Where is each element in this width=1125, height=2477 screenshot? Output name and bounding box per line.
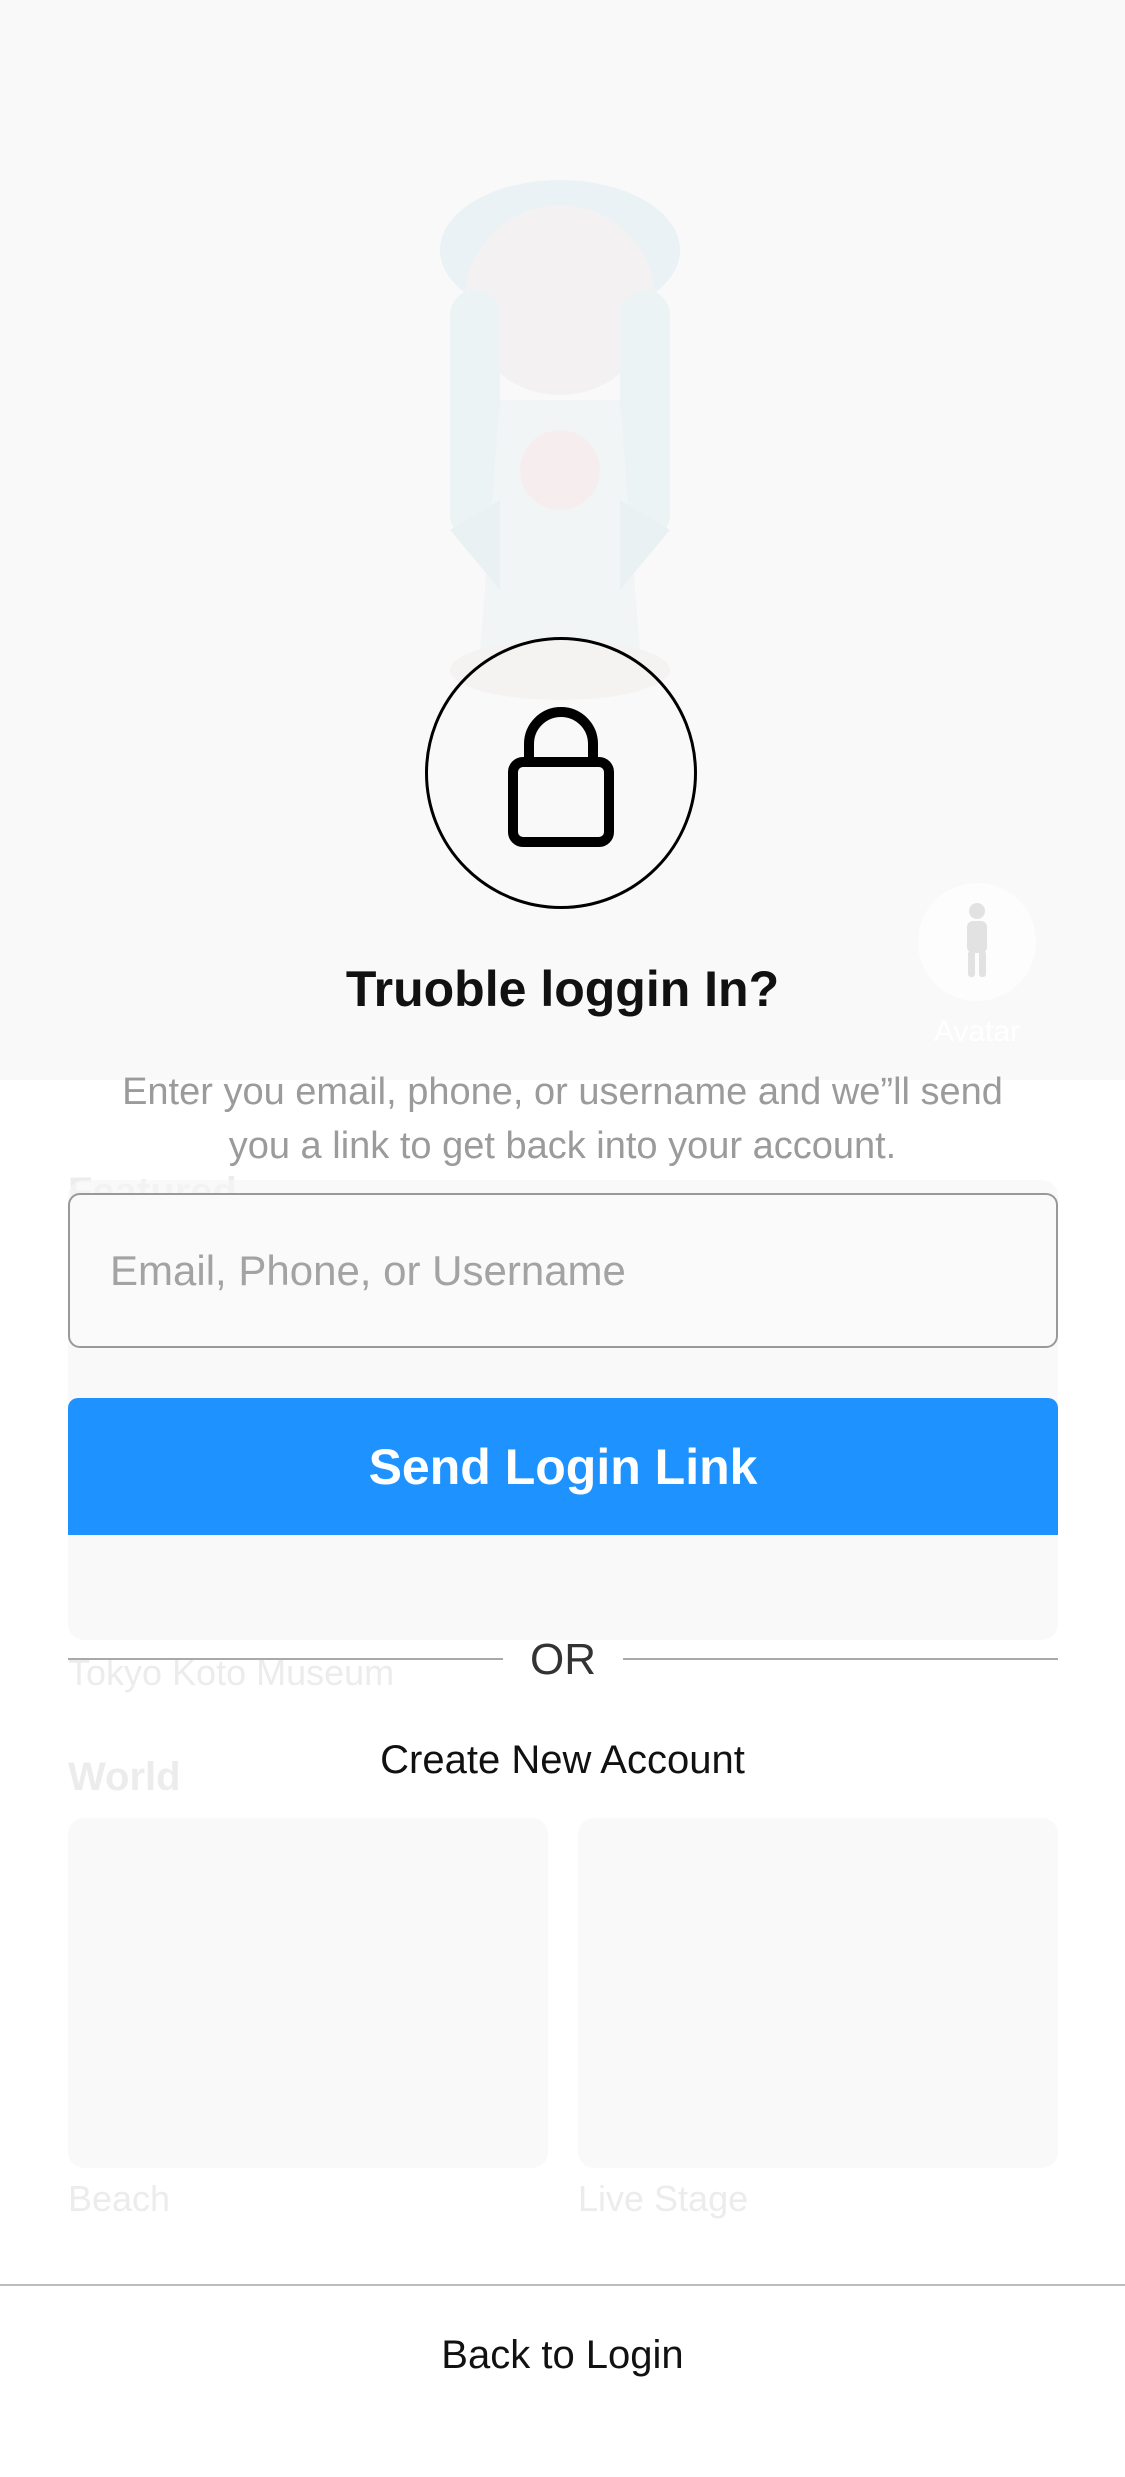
lock-icon-circle [425,637,697,909]
bottom-divider [0,2284,1125,2286]
world-item-label: Beach [68,2178,171,2219]
world-item-label: Live Stage [578,2178,749,2219]
dialog-title: Truoble loggin In? [345,961,780,1017]
world-card-beach[interactable] [68,1818,548,2168]
avatar-label: Avatar [933,1015,1021,1048]
lock-icon [508,707,614,847]
or-divider: OR [68,1630,1058,1690]
dialog-description: Enter you email, phone, or username and … [122,1071,1003,1167]
send-login-link-button[interactable]: Send Login Link [68,1398,1058,1535]
world-card-live-stage[interactable] [578,1818,1058,2168]
email-phone-username-input[interactable] [68,1193,1058,1348]
or-label: OR [530,1635,596,1684]
back-to-login-link[interactable]: Back to Login [0,2333,1125,2378]
create-new-account-link[interactable]: Create New Account [0,1738,1125,1783]
